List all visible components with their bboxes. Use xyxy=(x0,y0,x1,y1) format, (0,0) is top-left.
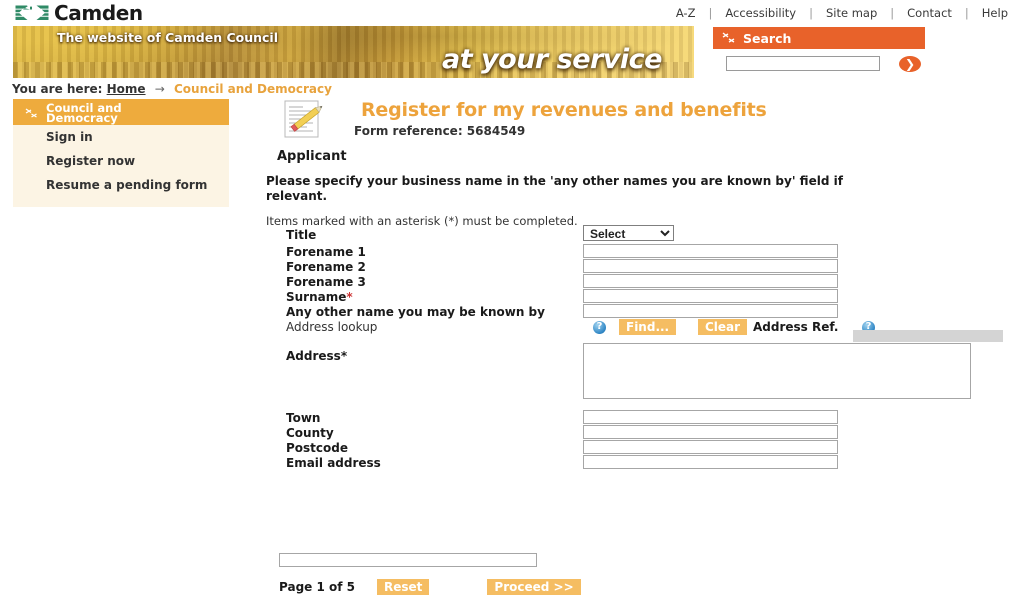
breadcrumb-current: Council and Democracy xyxy=(173,82,332,96)
field-label-address: Address* xyxy=(286,349,347,363)
address-ref-disabled-field xyxy=(853,330,1003,342)
help-question-icon-lookup[interactable] xyxy=(593,320,606,334)
top-nav: A-Z | Accessibility | Site map | Contact… xyxy=(676,6,1008,20)
banner-headline: at your service xyxy=(442,44,662,75)
sidebar-active-label-line2: Democracy xyxy=(46,111,118,125)
field-row-title: Title Select xyxy=(266,225,1024,245)
field-label-any-other-name: Any other name you may be known by xyxy=(286,305,545,319)
required-asterisk: * xyxy=(346,290,353,304)
section-heading-applicant: Applicant xyxy=(277,149,347,164)
breadcrumb: You are here: Home → Council and Democra… xyxy=(12,82,332,96)
field-label-email-address: Email address xyxy=(286,456,381,470)
top-nav-item-a-z[interactable]: A-Z xyxy=(676,6,696,20)
search-header: Search xyxy=(713,27,925,49)
asterisk-note: Items marked with an asterisk (*) must b… xyxy=(266,214,578,228)
field-label-postcode: Postcode xyxy=(286,441,349,455)
address-ref-label: Address Ref. xyxy=(753,320,839,334)
field-row-forename-3: Forename 3 xyxy=(266,274,1024,290)
search-submit-button[interactable]: ❯ xyxy=(899,56,921,72)
forename-1-input[interactable] xyxy=(583,244,838,258)
find-address-button[interactable]: Find... xyxy=(619,319,677,335)
email-address-input[interactable] xyxy=(583,455,838,469)
address-textarea[interactable] xyxy=(583,343,971,399)
town-input[interactable] xyxy=(583,410,838,424)
forename-3-input[interactable] xyxy=(583,274,838,288)
required-asterisk: * xyxy=(340,349,348,363)
field-label-town: Town xyxy=(286,411,321,425)
logo-text: Camden xyxy=(54,1,143,25)
top-nav-item-site-map[interactable]: Site map xyxy=(826,6,877,20)
field-row-town: Town xyxy=(266,410,1024,426)
arrows-bullet-icon xyxy=(25,107,38,119)
breadcrumb-link-home[interactable]: Home xyxy=(107,82,146,96)
field-label-surname-text: Surname xyxy=(286,290,347,304)
sidebar-item-sign-in[interactable]: Sign in xyxy=(13,125,229,149)
site-logo[interactable]: Camden xyxy=(14,1,143,25)
proceed-button[interactable]: Proceed >> xyxy=(487,579,581,595)
reset-button[interactable]: Reset xyxy=(377,579,430,595)
camden-chevrons-logo-icon xyxy=(14,4,50,23)
sidebar-item-council-and-democracy[interactable]: Council and Democracy xyxy=(13,99,229,125)
top-nav-separator: | xyxy=(890,6,895,20)
search-arrows-icon xyxy=(722,32,735,44)
field-label-address-lookup: Address lookup xyxy=(286,320,378,334)
field-label-county: County xyxy=(286,426,334,440)
top-nav-item-accessibility[interactable]: Accessibility xyxy=(725,6,796,20)
applicant-fields: Title Select Forename 1 Forename 2 Foren… xyxy=(266,225,1024,471)
form-reference: Form reference: 5684549 xyxy=(354,124,526,138)
banner-tagline: The website of Camden Council xyxy=(57,30,278,45)
field-label-forename-1: Forename 1 xyxy=(286,245,366,259)
field-row-forename-1: Forename 1 xyxy=(266,244,1024,260)
site-banner: The website of Camden Council at your se… xyxy=(13,26,694,78)
top-nav-item-help[interactable]: Help xyxy=(982,6,1008,20)
field-label-forename-2: Forename 2 xyxy=(286,260,366,274)
top-nav-separator: | xyxy=(809,6,813,20)
postcode-input[interactable] xyxy=(583,440,838,454)
field-row-county: County xyxy=(266,425,1024,441)
any-other-name-input[interactable] xyxy=(583,304,838,318)
forename-2-input[interactable] xyxy=(583,259,838,273)
surname-input[interactable] xyxy=(583,289,838,303)
arrow-right-circle-icon: ❯ xyxy=(904,57,916,71)
field-row-surname: Surname* xyxy=(266,289,1024,305)
search-heading: Search xyxy=(743,31,792,46)
camden-form-page: Camden A-Z | Accessibility | Site map | … xyxy=(0,0,1024,595)
county-input[interactable] xyxy=(583,425,838,439)
sidebar-item-register-now[interactable]: Register now xyxy=(13,149,229,173)
field-row-any-other-name: Any other name you may be known by xyxy=(266,304,1024,320)
field-label-surname: Surname* xyxy=(286,290,353,304)
clear-address-button[interactable]: Clear xyxy=(698,319,748,335)
page-title: Register for my revenues and benefits xyxy=(361,99,767,121)
breadcrumb-prefix: You are here: xyxy=(12,82,103,96)
form-pencil-icon xyxy=(283,98,327,140)
field-row-email-address: Email address xyxy=(266,455,1024,471)
email-address-secondary-input[interactable] xyxy=(279,553,537,567)
sidebar-item-resume-a-pending-form[interactable]: Resume a pending form xyxy=(13,173,229,197)
sidebar: Council and Democracy Sign in Register n… xyxy=(13,99,229,207)
top-nav-separator: | xyxy=(964,6,969,20)
field-row-address: Address* xyxy=(266,343,1024,411)
top-bar: Camden A-Z | Accessibility | Site map | … xyxy=(0,0,1024,26)
form-footer: Page 1 of 5 Reset Proceed >> xyxy=(279,579,581,595)
top-nav-separator: | xyxy=(708,6,713,20)
page-indicator: Page 1 of 5 xyxy=(279,580,355,594)
field-row-forename-2: Forename 2 xyxy=(266,259,1024,275)
field-label-forename-3: Forename 3 xyxy=(286,275,366,289)
search-input[interactable] xyxy=(726,56,880,71)
field-label-address-text: Address xyxy=(286,349,341,363)
field-label-title: Title xyxy=(286,228,317,242)
field-row-postcode: Postcode xyxy=(266,440,1024,456)
top-nav-item-contact[interactable]: Contact xyxy=(907,6,952,20)
business-name-notice: Please specify your business name in the… xyxy=(266,174,843,203)
title-select[interactable]: Select xyxy=(583,225,674,241)
breadcrumb-arrow-icon: → xyxy=(154,82,165,96)
